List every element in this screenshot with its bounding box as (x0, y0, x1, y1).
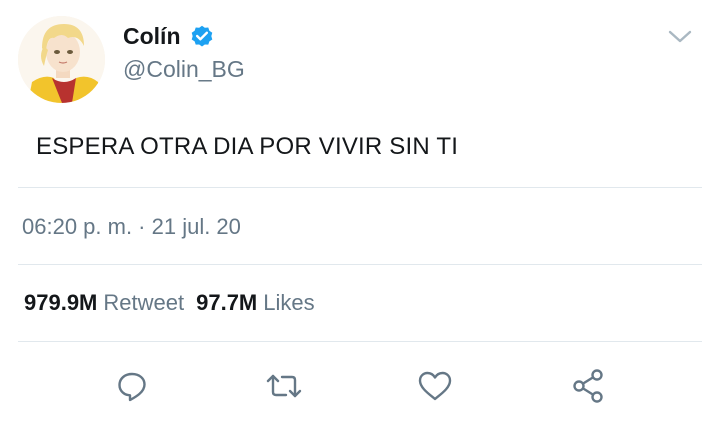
divider (18, 187, 702, 188)
avatar-image (18, 16, 105, 103)
reply-button[interactable] (112, 366, 152, 406)
user-name[interactable]: Colín (123, 23, 181, 50)
retweet-icon (266, 374, 302, 398)
chevron-down-icon[interactable] (666, 26, 694, 48)
tweet-stats: 979.9M Retweet 97.7M Likes (24, 290, 315, 316)
heart-icon (418, 371, 452, 401)
retweet-count[interactable]: 979.9M (24, 290, 97, 316)
avatar[interactable] (18, 16, 105, 103)
like-button[interactable] (415, 366, 455, 406)
divider (18, 264, 702, 265)
verified-badge-icon (189, 23, 215, 49)
share-icon (573, 369, 603, 403)
likes-label[interactable]: Likes (263, 290, 314, 316)
tweet-text: ESPERA OTRA DIA POR VIVIR SIN TI (36, 133, 459, 160)
retweet-label[interactable]: Retweet (103, 290, 184, 316)
retweet-button[interactable] (264, 366, 304, 406)
tweet-timestamp[interactable]: 06:20 p. m. · 21 jul. 20 (22, 214, 241, 240)
share-button[interactable] (568, 366, 608, 406)
likes-count[interactable]: 97.7M (196, 290, 257, 316)
divider (18, 341, 702, 342)
user-handle[interactable]: @Colin_BG (123, 56, 245, 83)
tweet-header: Colín @Colin_BG (0, 0, 720, 115)
reply-icon (118, 372, 146, 402)
user-name-row: Colín (123, 20, 215, 52)
tweet-actions (0, 360, 720, 410)
